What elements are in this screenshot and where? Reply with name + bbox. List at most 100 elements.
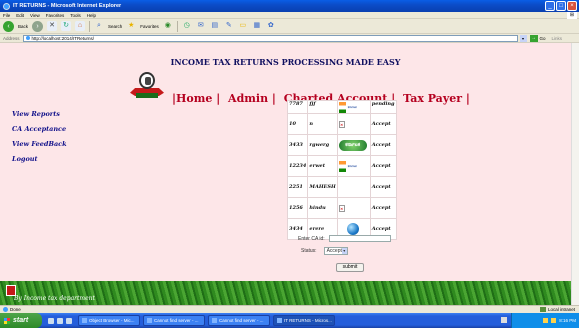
photo-image — [339, 223, 369, 235]
print-icon[interactable]: ▤ — [210, 21, 220, 31]
ca-id-row: Enter CA id: — [298, 235, 391, 242]
status-row: Status: Accept ▾ — [301, 247, 348, 255]
home-icon[interactable]: ⌂ — [75, 21, 86, 31]
window-title-bar: IT RETURNS - Microsoft Internet Explorer… — [0, 0, 579, 12]
nav-admin[interactable]: Admin | — [228, 92, 276, 105]
folder-icon[interactable]: ▭ — [238, 21, 248, 31]
address-url[interactable]: http://localhost:2014/ITReturns/ — [32, 36, 95, 41]
cell-photo: ಕರ್ನಾಟಕ — [336, 155, 371, 177]
page-heading: INCOME TAX RETURNS PROCESSING MADE EASY — [170, 57, 401, 67]
cell-name: hindu — [307, 197, 338, 219]
favorites-star-icon[interactable]: ★ — [126, 21, 136, 31]
photo-caption: ಕರ್ನಾಟಕ — [338, 139, 367, 151]
refresh-icon[interactable]: ↻ — [61, 21, 72, 31]
favorites-label[interactable]: Favorites — [140, 24, 159, 29]
tray-volume-icon[interactable] — [551, 318, 557, 323]
cell-ca-id: 1256 — [286, 197, 309, 219]
side-link-logout[interactable]: Logout — [12, 155, 67, 163]
menu-tools[interactable]: Tools — [70, 13, 81, 18]
history-icon[interactable]: ◷ — [182, 21, 192, 31]
income-tax-emblem-logo — [130, 72, 164, 104]
windows-logo-icon: ⊞ — [567, 12, 577, 19]
media-icon[interactable]: ◉ — [163, 21, 173, 31]
table-row: 7787 fjf ಕರ್ನಾಟಕ pending — [286, 100, 397, 114]
chevron-down-icon[interactable]: ▾ — [341, 248, 347, 254]
address-bar: Address http://localhost:2014/ITReturns/… — [0, 34, 579, 43]
side-link-view-reports[interactable]: View Reports — [12, 110, 67, 118]
back-arrow-icon[interactable]: ‹ — [3, 20, 14, 32]
status-bar: Done Local intranet — [0, 305, 579, 313]
tray-network-icon[interactable] — [543, 318, 549, 323]
table-row: 2251 MAHESH Accept — [286, 176, 397, 198]
photo-image: ಕರ್ನಾಟಕ — [338, 101, 369, 113]
quick-launch-ie-icon[interactable] — [48, 317, 54, 324]
address-input[interactable]: http://localhost:2014/ITReturns/ — [22, 34, 518, 42]
quick-launch — [48, 317, 72, 324]
blank-image — [338, 181, 367, 193]
status-label: Status: — [301, 248, 317, 254]
search-label[interactable]: Search — [108, 24, 122, 29]
address-dropdown-icon[interactable]: ▾ — [519, 34, 527, 42]
taskbar-item-object-browser[interactable]: Object Browser - Mic... — [78, 315, 140, 326]
links-label[interactable]: Links — [552, 36, 563, 41]
cell-photo: × — [336, 197, 371, 219]
minimize-button[interactable]: _ — [545, 1, 555, 11]
quick-launch-media-icon[interactable] — [66, 317, 72, 324]
edit-icon[interactable]: ✎ — [224, 21, 234, 31]
intranet-icon — [539, 307, 546, 312]
cell-photo: ಕರ್ನಾಟಕ — [336, 100, 371, 114]
broken-image-icon: × — [338, 204, 345, 212]
flag-icon — [338, 101, 346, 113]
ca-requests-table: 7787 fjf ಕರ್ನಾಟಕ pending 10 n × Accept 3433 rgwer… — [286, 100, 397, 240]
menu-edit[interactable]: Edit — [16, 13, 24, 18]
menu-bar: File Edit View Favorites Tools Help ⊞ — [0, 12, 579, 19]
messenger-icon[interactable]: ✿ — [266, 21, 276, 31]
taskbar-item-cannot-find-server-1[interactable]: Cannot find server - ... — [143, 315, 205, 326]
go-button[interactable]: Go — [540, 36, 546, 41]
cell-ca-id: 3433 — [286, 134, 309, 156]
menu-help[interactable]: Help — [87, 13, 96, 18]
maximize-button[interactable]: □ — [556, 1, 566, 11]
taskbar-item-cannot-find-server-2[interactable]: Cannot find server - ... — [208, 315, 270, 326]
photo-image: × — [338, 118, 369, 130]
side-link-view-feedback[interactable]: View FeedBack — [12, 140, 67, 148]
page-scrollbar[interactable] — [571, 43, 579, 305]
ca-id-input[interactable] — [328, 235, 391, 242]
quick-launch-desktop-icon[interactable] — [57, 317, 63, 324]
address-label: Address — [3, 35, 20, 41]
side-navigation: View Reports CA Acceptance View FeedBack… — [12, 110, 67, 170]
language-icon[interactable] — [501, 317, 507, 323]
windows-taskbar: start Object Browser - Mic... Cannot fin… — [0, 313, 579, 328]
status-select[interactable]: Accept ▾ — [323, 247, 348, 255]
menu-file[interactable]: File — [3, 13, 10, 18]
stop-icon[interactable]: ✕ — [47, 21, 58, 31]
taskbar-item-it-returns[interactable]: IT RETURNS - Micros... — [273, 315, 335, 326]
photo-image — [338, 181, 369, 193]
menu-view[interactable]: View — [30, 13, 40, 18]
submit-button[interactable]: submit — [336, 263, 364, 272]
status-text: Done — [10, 307, 21, 312]
start-button[interactable]: start — [0, 313, 42, 328]
globe-icon — [346, 223, 359, 235]
ie-icon — [3, 2, 10, 10]
side-link-ca-acceptance[interactable]: CA Acceptance — [12, 125, 67, 133]
task-label: Cannot find server - ... — [219, 318, 264, 323]
back-label[interactable]: Back — [18, 24, 28, 29]
forward-arrow-icon[interactable]: › — [32, 20, 44, 32]
cell-status: Accept — [369, 113, 397, 135]
go-arrow-icon[interactable]: → — [529, 34, 538, 42]
nav-tax-payer[interactable]: Tax Payer | — [403, 92, 470, 105]
search-icon[interactable]: ⌕ — [94, 21, 104, 31]
mail-icon[interactable]: ✉ — [196, 21, 206, 31]
cell-status: Accept — [369, 134, 397, 156]
menu-favorites[interactable]: Favorites — [46, 13, 65, 18]
flag-icon — [338, 160, 346, 172]
system-tray: 8:16 PM — [511, 313, 579, 328]
nav-home[interactable]: |Home | — [172, 92, 220, 105]
window-icon — [277, 318, 282, 323]
cell-status: Accept — [369, 197, 397, 219]
status-select-value: Accept — [326, 248, 342, 254]
discuss-icon[interactable]: ▦ — [252, 21, 262, 31]
close-button[interactable]: × — [567, 1, 577, 11]
photo-image: ಕರ್ನಾಟಕ — [338, 160, 369, 172]
